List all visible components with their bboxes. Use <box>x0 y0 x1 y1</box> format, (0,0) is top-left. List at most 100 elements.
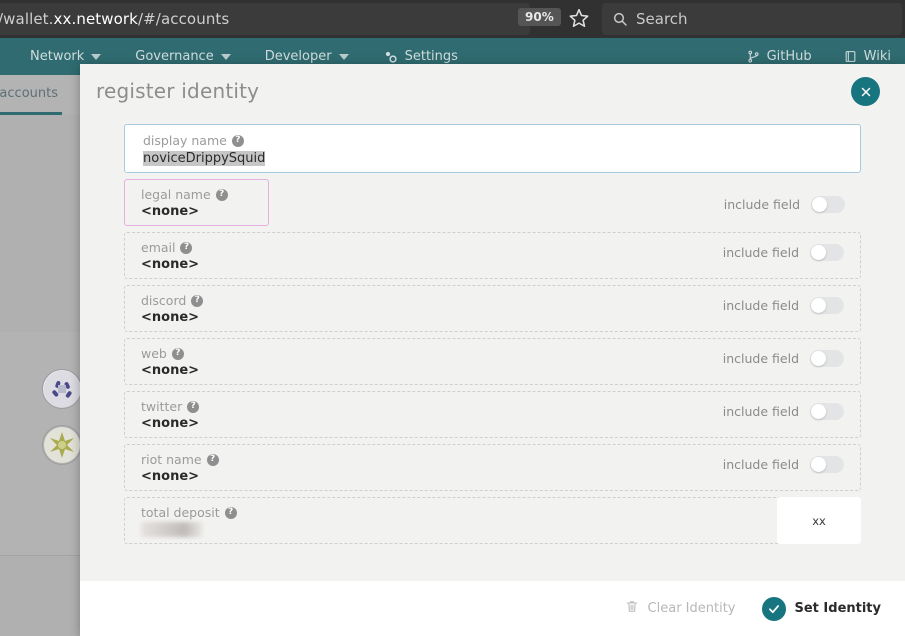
chevron-down-icon <box>338 53 349 60</box>
modal-title: register identity <box>96 79 260 103</box>
legal-name-value: <none> <box>141 204 200 219</box>
close-icon[interactable] <box>851 77 880 106</box>
include-field-label: include field <box>722 404 799 419</box>
include-field-label: include field <box>722 351 799 366</box>
nav-item-wiki[interactable]: Wiki <box>844 49 891 64</box>
field-row-web[interactable]: web ? <none> include field <box>124 338 861 385</box>
field-row-discord[interactable]: discord ? <none> include field <box>124 285 861 332</box>
nav-label-settings: Settings <box>404 49 458 64</box>
total-deposit-label: total deposit <box>141 505 220 520</box>
include-field-toggle-twitter[interactable] <box>810 403 844 420</box>
toggle-knob <box>811 457 826 472</box>
url-bar[interactable]: /wallet.xx.network/#/accounts <box>0 3 530 35</box>
tab-my-accounts[interactable]: y accounts <box>0 75 62 115</box>
nav-item-developer[interactable]: Developer <box>265 49 349 64</box>
twitter-label: twitter <box>141 399 183 414</box>
field-row-riot-name[interactable]: riot name ? <none> include field <box>124 444 861 491</box>
modal-header: register identity <box>80 64 905 118</box>
nav-item-settings[interactable]: Settings <box>383 49 458 64</box>
display-name-input[interactable]: display name ? noviceDrippySquid <box>124 124 861 173</box>
toggle-knob <box>811 245 826 260</box>
help-icon[interactable]: ? <box>224 506 237 519</box>
gear-icon <box>383 49 398 64</box>
search-placeholder-label: Search <box>636 10 688 28</box>
include-field-label: include field <box>723 197 800 212</box>
chevron-down-icon <box>220 53 231 60</box>
total-deposit-value-redacted <box>141 522 203 537</box>
url-suffix: /#/accounts <box>137 10 230 28</box>
legal-name-label: legal name <box>141 187 211 202</box>
url-prefix: /wallet. <box>0 10 54 28</box>
nav-item-github[interactable]: GitHub <box>747 49 812 64</box>
toggle-knob <box>812 197 827 212</box>
set-identity-button[interactable]: Set Identity <box>761 596 882 621</box>
display-name-label: display name <box>143 133 227 148</box>
riot-name-include-group: include field <box>723 456 844 473</box>
browser-toolbar: /wallet.xx.network/#/accounts 90% Search <box>0 0 905 38</box>
zoom-level-badge[interactable]: 90% <box>518 8 561 26</box>
book-icon <box>844 49 857 64</box>
display-name-label-group: display name ? <box>143 133 842 148</box>
display-name-value-wrap: noviceDrippySquid <box>143 151 842 166</box>
include-field-label: include field <box>722 245 799 260</box>
trash-icon <box>625 599 639 618</box>
help-icon[interactable]: ? <box>215 188 228 201</box>
field-row-legal-name[interactable]: legal name ? <none> <box>124 179 269 226</box>
riot-name-label: riot name <box>141 452 202 467</box>
clear-identity-label: Clear Identity <box>647 601 736 616</box>
field-row-email[interactable]: email ? <none> include field <box>124 232 861 279</box>
star-bookmark-icon[interactable] <box>568 7 590 29</box>
git-branch-icon <box>747 49 760 64</box>
avatar <box>42 369 82 409</box>
nav-item-network[interactable]: Network <box>30 49 102 64</box>
avatar <box>42 425 82 465</box>
include-field-toggle-web[interactable] <box>810 350 844 367</box>
include-field-toggle-email[interactable] <box>810 244 844 261</box>
nav-label-governance: Governance <box>135 49 214 64</box>
deposit-unit-badge: xx <box>777 497 861 544</box>
include-field-toggle-legal-name[interactable] <box>811 196 845 213</box>
twitter-include-group: include field <box>723 403 844 420</box>
help-icon[interactable]: ? <box>187 400 200 413</box>
web-include-group: include field <box>723 350 844 367</box>
web-label: web <box>141 346 167 361</box>
nav-label-wiki: Wiki <box>863 49 891 64</box>
url-text: /wallet.xx.network/#/accounts <box>0 10 229 28</box>
toggle-knob <box>811 351 826 366</box>
toggle-knob <box>811 404 826 419</box>
field-row-twitter[interactable]: twitter ? <none> include field <box>124 391 861 438</box>
modal-footer: Clear Identity Set Identity <box>80 581 905 636</box>
nav-label-github: GitHub <box>766 49 812 64</box>
discord-label: discord <box>141 293 187 308</box>
discord-include-group: include field <box>723 297 844 314</box>
include-field-label: include field <box>722 457 799 472</box>
include-field-label: include field <box>722 298 799 313</box>
set-identity-label: Set Identity <box>794 601 882 616</box>
check-circle-icon <box>761 596 786 621</box>
toggle-knob <box>811 298 826 313</box>
browser-search-field[interactable]: Search <box>602 3 902 35</box>
legal-name-include-group: include field <box>724 196 845 213</box>
field-row-legal-name-wrap: legal name ? <none> include field <box>124 179 861 232</box>
total-deposit-row: total deposit ? xx <box>124 497 861 544</box>
app-root: /wallet.xx.network/#/accounts 90% Search… <box>0 0 905 636</box>
help-icon[interactable]: ? <box>206 453 219 466</box>
help-icon[interactable]: ? <box>231 134 244 147</box>
search-icon <box>612 11 628 27</box>
help-icon[interactable]: ? <box>191 294 204 307</box>
register-identity-modal: register identity display name ? noviceD… <box>80 64 905 636</box>
chevron-down-icon <box>91 53 102 60</box>
include-field-toggle-discord[interactable] <box>810 297 844 314</box>
email-label: email <box>141 240 176 255</box>
modal-body: display name ? noviceDrippySquid legal n… <box>80 118 905 581</box>
help-icon[interactable]: ? <box>180 241 193 254</box>
total-deposit-label-group: total deposit ? <box>141 505 844 520</box>
include-field-toggle-riot-name[interactable] <box>810 456 844 473</box>
nav-label-developer: Developer <box>264 49 332 64</box>
nav-item-governance[interactable]: Governance <box>135 49 231 64</box>
display-name-value: noviceDrippySquid <box>143 151 266 166</box>
help-icon[interactable]: ? <box>171 347 184 360</box>
nav-label-network: Network <box>30 49 85 64</box>
email-include-group: include field <box>723 244 844 261</box>
clear-identity-button[interactable]: Clear Identity <box>625 599 736 618</box>
